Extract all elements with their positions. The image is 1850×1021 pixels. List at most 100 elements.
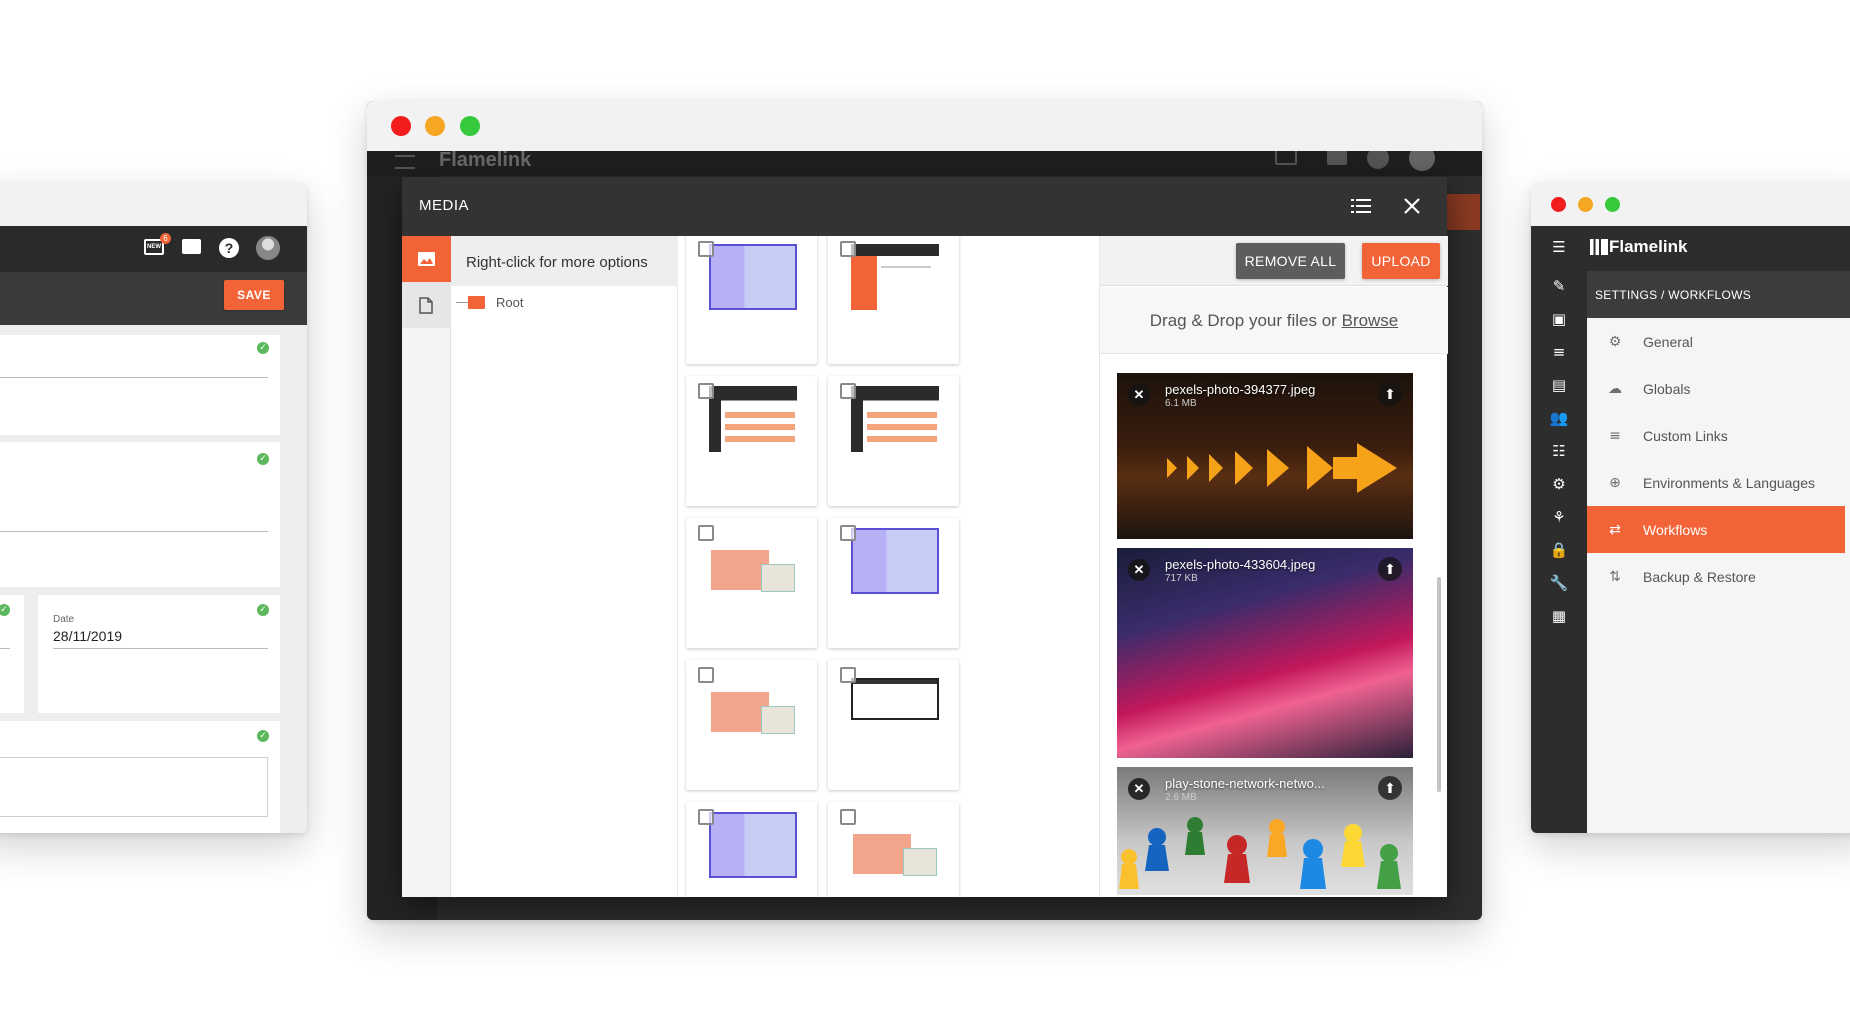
upload-file-icon[interactable]: ⬆	[1378, 557, 1402, 581]
media-tile[interactable]	[686, 518, 817, 648]
settings-item-backup[interactable]: ⇅ Backup & Restore	[1587, 553, 1845, 600]
settings-item-label: Globals	[1643, 380, 1691, 397]
file-name: pexels-photo-394377.jpeg	[1165, 382, 1316, 397]
select-checkbox[interactable]	[840, 667, 856, 683]
navigation-icon[interactable]: ≡	[1531, 343, 1587, 361]
select-checkbox[interactable]	[698, 525, 714, 541]
remove-file-icon[interactable]: ✕	[1128, 559, 1150, 581]
date-card: Date 28/11/2019 ✓	[38, 595, 280, 713]
avatar[interactable]	[1409, 151, 1435, 171]
users-icon[interactable]: 👥	[1531, 409, 1587, 427]
main-titlebar	[367, 101, 1482, 151]
upload-file-icon[interactable]: ⬆	[1378, 776, 1402, 800]
browse-link[interactable]: Browse	[1342, 311, 1399, 330]
date-label: Date	[53, 614, 75, 625]
media-tile[interactable]	[686, 236, 817, 364]
media-tile[interactable]	[828, 376, 959, 506]
media-tile[interactable]	[828, 660, 959, 790]
behind-save-button	[1447, 194, 1480, 230]
webhooks-icon[interactable]: ⚘	[1531, 508, 1587, 526]
settings-item-globals[interactable]: ☁ Globals	[1587, 365, 1845, 412]
gear-icon[interactable]: ⚙	[1531, 475, 1587, 493]
select-checkbox[interactable]	[840, 525, 856, 541]
settings-item-environments[interactable]: ⊕ Environments & Languages	[1587, 459, 1845, 506]
valid-check-icon: ✓	[257, 604, 269, 616]
edit-icon[interactable]: ✎	[1531, 277, 1587, 295]
media-tile[interactable]	[686, 802, 817, 897]
globe-icon: ⊕	[1609, 474, 1621, 491]
file-name: play-stone-network-netwo...	[1165, 776, 1325, 791]
select-checkbox[interactable]	[698, 667, 714, 683]
tune-icon[interactable]: ☷	[1531, 442, 1587, 460]
lock-icon[interactable]: 🔒	[1531, 541, 1587, 559]
gear-icon: ⚙	[1608, 333, 1622, 350]
date-input[interactable]: 28/11/2019	[53, 628, 122, 644]
media-tile[interactable]	[828, 236, 959, 364]
main-app-header: Flamelink	[367, 151, 1482, 176]
chat-icon[interactable]	[182, 239, 201, 254]
upload-file-icon[interactable]: ⬆	[1378, 382, 1402, 406]
image-icon	[418, 252, 435, 266]
close-window-button[interactable]	[1551, 197, 1566, 212]
list-view-icon[interactable]	[1351, 198, 1371, 214]
dropzone[interactable]: Drag & Drop your files or Browse	[1100, 287, 1448, 354]
close-window-button[interactable]	[391, 116, 411, 136]
valid-check-icon: ✓	[257, 342, 269, 354]
select-checkbox[interactable]	[840, 383, 856, 399]
help-icon[interactable]	[1367, 151, 1389, 169]
minimize-window-button[interactable]	[425, 116, 445, 136]
apps-icon[interactable]: ▦	[1531, 607, 1587, 625]
form-card-3: ✓	[0, 595, 24, 713]
right-window: ☰ ✎ ▣ ≡ ▤ 👥 ☷ ⚙ ⚘ 🔒 🔧 ▦ Flamelink SETTIN…	[1531, 183, 1850, 833]
media-tile[interactable]	[686, 660, 817, 790]
folder-icon	[468, 296, 485, 309]
select-checkbox[interactable]	[840, 809, 856, 825]
select-checkbox[interactable]	[698, 241, 714, 257]
flamelink-logo-icon	[1590, 239, 1608, 255]
remove-all-button[interactable]: REMOVE ALL	[1236, 243, 1345, 279]
maximize-window-button[interactable]	[460, 116, 480, 136]
media-tile[interactable]	[828, 518, 959, 648]
select-checkbox[interactable]	[840, 241, 856, 257]
close-icon[interactable]	[1403, 197, 1421, 215]
dropzone-text: Drag & Drop your files or	[1149, 311, 1337, 330]
left-window: NEW 6 ? ✓ ✓ ✓ Date 28/11/2019 ✓ ✓ SAVE	[0, 183, 307, 833]
notification-badge: 6	[160, 233, 171, 244]
menu-icon[interactable]: ☰	[1531, 238, 1587, 256]
media-tile[interactable]	[828, 802, 959, 897]
left-titlebar	[0, 183, 307, 226]
chat-icon[interactable]	[1327, 151, 1347, 165]
files-tab[interactable]	[402, 282, 451, 328]
remove-file-icon[interactable]: ✕	[1128, 778, 1150, 800]
settings-item-general[interactable]: ⚙ General	[1587, 318, 1845, 365]
main-window: Flamelink MEDIA Right-click for more opt…	[367, 101, 1482, 920]
schema-icon[interactable]: ▤	[1531, 376, 1587, 394]
app-title: Flamelink	[1609, 237, 1688, 256]
left-form: ✓ ✓ ✓ Date 28/11/2019 ✓ ✓	[0, 325, 307, 833]
avatar[interactable]	[256, 236, 280, 260]
tree-hint: Right-click for more options	[451, 236, 678, 286]
media-icon[interactable]: ▣	[1531, 310, 1587, 328]
upload-button[interactable]: UPLOAD	[1362, 243, 1440, 279]
save-button[interactable]: SAVE	[224, 280, 284, 310]
settings-item-custom-links[interactable]: ≡ Custom Links	[1587, 412, 1845, 459]
upload-scrollbar[interactable]	[1437, 577, 1441, 792]
settings-menu: ⚙ General ☁ Globals ≡ Custom Links ⊕ Environ…	[1587, 318, 1850, 833]
wrench-icon[interactable]: 🔧	[1531, 574, 1587, 592]
help-icon[interactable]: ?	[219, 238, 239, 258]
settings-item-label: General	[1643, 333, 1693, 350]
menu-icon[interactable]	[395, 155, 415, 169]
remove-file-icon[interactable]: ✕	[1128, 384, 1150, 406]
upload-file-card: ✕ pexels-photo-433604.jpeg 717 KB ⬆	[1117, 548, 1413, 758]
select-checkbox[interactable]	[698, 809, 714, 825]
media-tile[interactable]	[686, 376, 817, 506]
minimize-window-button[interactable]	[1578, 197, 1593, 212]
select-checkbox[interactable]	[698, 383, 714, 399]
maximize-window-button[interactable]	[1605, 197, 1620, 212]
settings-item-workflows[interactable]: ⇄ Workflows	[1587, 506, 1845, 553]
news-icon[interactable]	[1275, 151, 1297, 165]
file-name: pexels-photo-433604.jpeg	[1165, 557, 1316, 572]
valid-check-icon: ✓	[0, 604, 10, 616]
root-folder-label[interactable]: Root	[496, 295, 523, 310]
images-tab[interactable]	[402, 236, 451, 282]
